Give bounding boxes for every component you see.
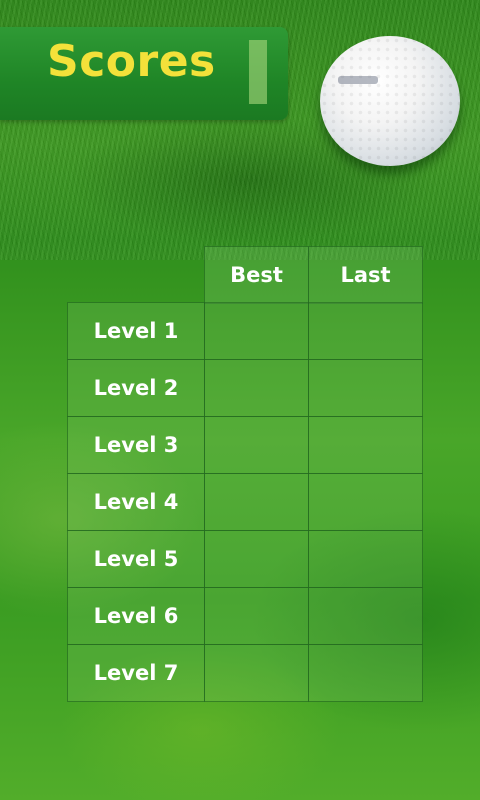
- best-score-level-5: [204, 530, 309, 588]
- row-label-level-2: Level 2: [67, 359, 205, 417]
- best-score-level-6: [204, 587, 309, 645]
- golf-ball-logo: [338, 76, 378, 84]
- page-title: Scores: [47, 36, 216, 87]
- row-label-level-4: Level 4: [67, 473, 205, 531]
- last-score-level-7: [308, 644, 423, 702]
- best-score-level-2: [204, 359, 309, 417]
- column-header-last: Last: [308, 246, 423, 304]
- best-score-level-3: [204, 416, 309, 474]
- row-label-level-6: Level 6: [67, 587, 205, 645]
- row-label-level-5: Level 5: [67, 530, 205, 588]
- row-label-level-1: Level 1: [67, 302, 205, 360]
- scores-table: Best Last Level 1 Level 2 Level 3 Level …: [67, 246, 423, 703]
- best-score-level-1: [204, 302, 309, 360]
- golf-ball-image: [320, 36, 460, 166]
- last-score-level-2: [308, 359, 423, 417]
- last-score-level-3: [308, 416, 423, 474]
- column-header-best: Best: [204, 246, 309, 304]
- last-score-level-4: [308, 473, 423, 531]
- row-label-level-7: Level 7: [67, 644, 205, 702]
- best-score-level-4: [204, 473, 309, 531]
- row-label-level-3: Level 3: [67, 416, 205, 474]
- last-score-level-6: [308, 587, 423, 645]
- golf-ball-dimples: [320, 36, 460, 166]
- best-score-level-7: [204, 644, 309, 702]
- last-score-level-5: [308, 530, 423, 588]
- title-accent-bar: [249, 40, 267, 104]
- last-score-level-1: [308, 302, 423, 360]
